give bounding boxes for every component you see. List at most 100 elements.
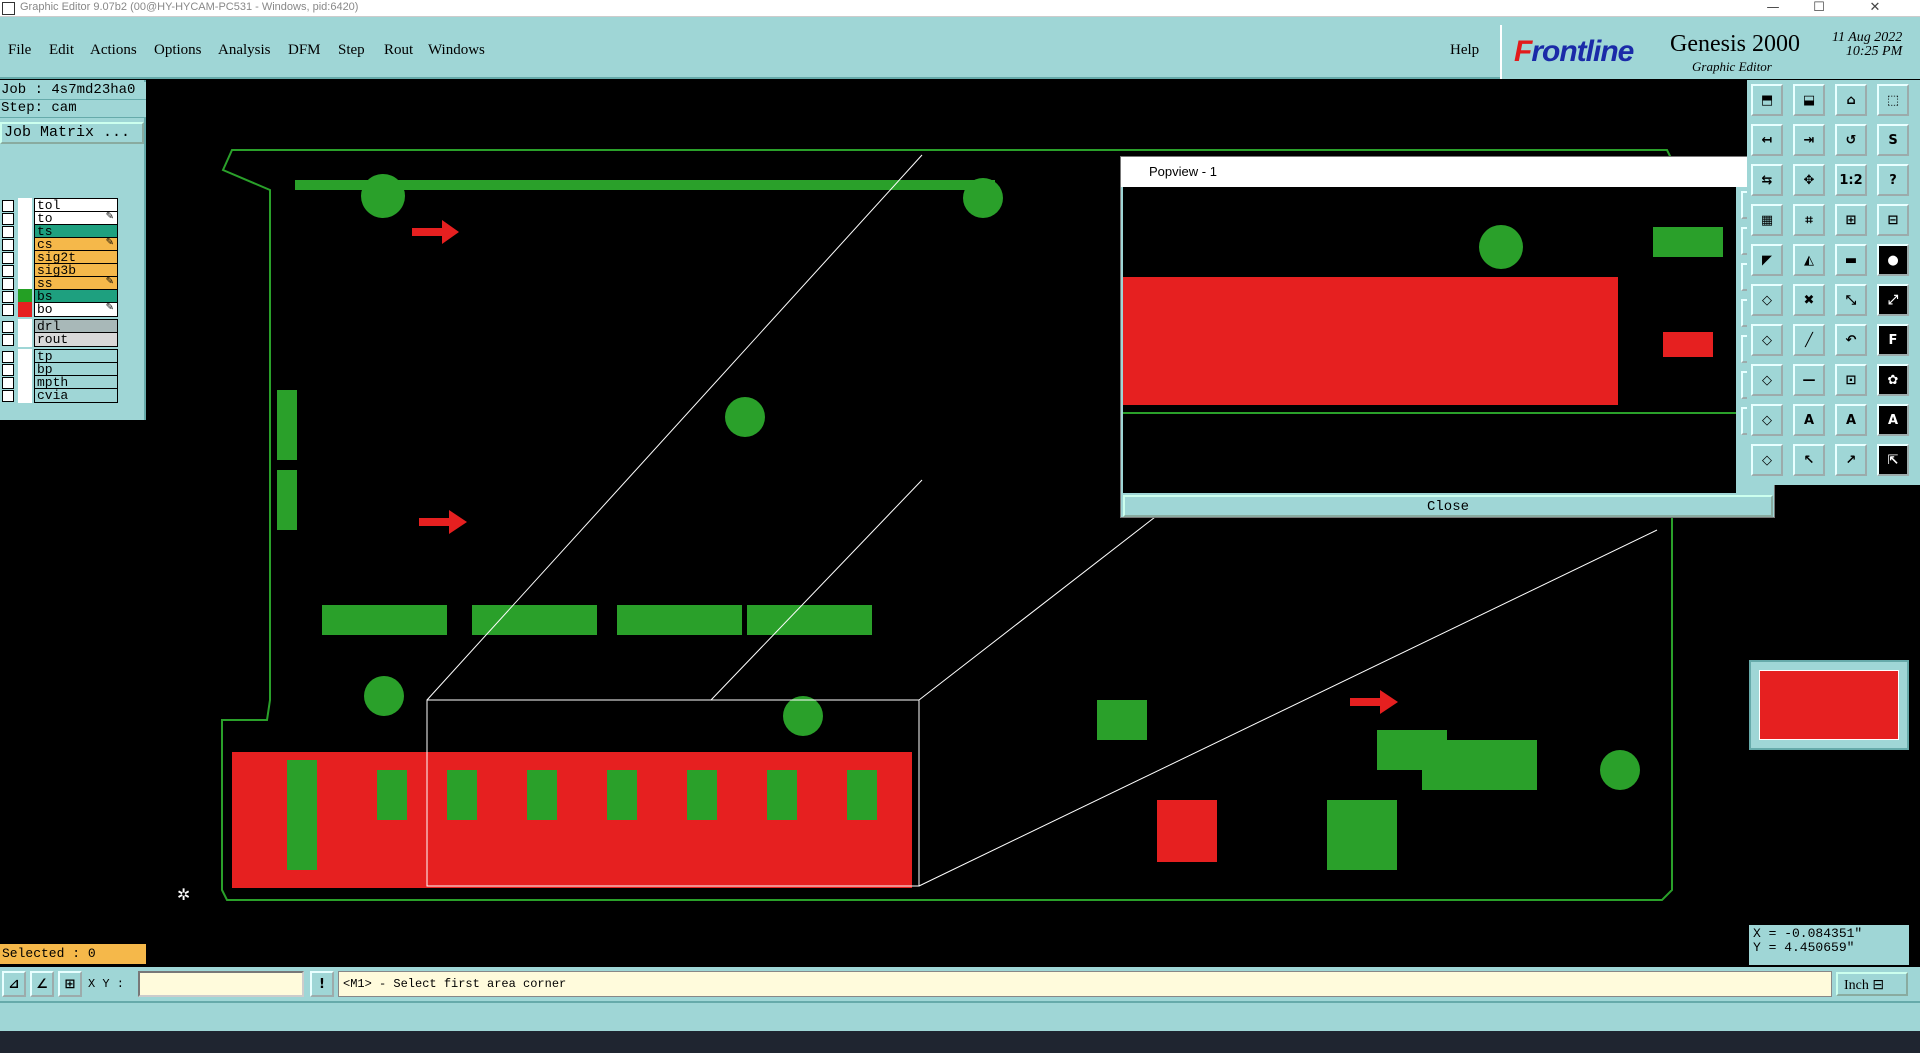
date-text: 11 Aug 2022 [1832,30,1903,45]
tool-button-38-icon[interactable]: ↗ [1835,444,1867,476]
tool-button-10-icon[interactable]: 1:2 [1835,164,1867,196]
layer-checkbox[interactable] [2,390,14,402]
tool-button-18-icon[interactable]: ▬ [1835,244,1867,276]
tool-button-27-icon[interactable]: F [1877,324,1909,356]
tool-button-28-icon[interactable]: ◇ [1751,364,1783,396]
window-titlebar: Graphic Editor 9.07b2 (00@HY-HYCAM-PC531… [0,0,1920,17]
popview-close-button[interactable]: Close [1123,495,1773,517]
layer-checkbox[interactable] [2,334,14,346]
tool-button-1-icon[interactable]: ⬓ [1793,84,1825,116]
job-matrix-button[interactable]: Job Matrix ... [0,122,144,144]
layer-checkbox[interactable] [2,304,14,316]
xy-input[interactable] [138,971,304,997]
tool-button-36-icon[interactable]: ◇ [1751,444,1783,476]
maximize-button[interactable]: ☐ [1796,0,1842,17]
tool-button-20-icon[interactable]: ◇ [1751,284,1783,316]
layer-edit-icon: ✎ [105,302,114,313]
menu-options[interactable]: Options [154,42,202,59]
layer-row-bo[interactable]: bo ✎ [2,302,118,317]
date-time: 11 Aug 2022 10:25 PM [1832,31,1902,59]
menu-actions[interactable]: Actions [90,42,137,59]
layer-edit-icon: ✎ [105,276,114,287]
layer-row-rout[interactable]: rout [2,332,118,347]
tool-button-26-icon[interactable]: ↶ [1835,324,1867,356]
command-bar: ⊿ ∠ ⊞ X Y : ! <M1> - Select first area c… [0,967,1920,1001]
tool-button-35-icon[interactable]: A [1877,404,1909,436]
menu-bar: File Edit Actions Options Analysis DFM S… [0,17,1920,79]
tool-button-9-icon[interactable]: ✥ [1793,164,1825,196]
tool-button-8-icon[interactable]: ⇆ [1751,164,1783,196]
tool-button-5-icon[interactable]: ⇥ [1793,124,1825,156]
tool-button-0-icon[interactable]: ⬒ [1751,84,1783,116]
layer-color-swatch[interactable] [18,302,32,317]
xy-label: X Y : [88,977,125,991]
tool-button-15-icon[interactable]: ⊟ [1877,204,1909,236]
tool-button-22-icon[interactable]: ⤡ [1835,284,1867,316]
tool-button-16-icon[interactable]: ◤ [1751,244,1783,276]
popview-canvas[interactable] [1123,187,1736,493]
minimize-button[interactable]: — [1750,0,1796,17]
x-coordinate: X = -0.084351" [1753,926,1863,941]
brand-rest: rontline [1531,35,1634,68]
menu-windows[interactable]: Windows [428,42,485,59]
tool-button-31-icon[interactable]: ✿ [1877,364,1909,396]
layer-name[interactable]: cvia [34,388,118,403]
alert-icon[interactable]: ! [310,971,334,997]
menu-help[interactable]: Help [1450,42,1479,59]
tool-button-14-icon[interactable]: ⊞ [1835,204,1867,236]
tool-button-3-icon[interactable]: ⬚ [1877,84,1909,116]
units-select[interactable]: Inch ⊟ [1836,972,1908,996]
close-window-button[interactable]: ✕ [1852,0,1898,17]
tool-button-11-icon[interactable]: ? [1877,164,1909,196]
layer-color-swatch[interactable] [18,388,32,403]
tool-button-21-icon[interactable]: ✖ [1793,284,1825,316]
tool-button-13-icon[interactable]: ⌗ [1793,204,1825,236]
y-coordinate: Y = 4.450659" [1753,940,1855,955]
menu-edit[interactable]: Edit [49,42,74,59]
measure-icon[interactable]: ∠ [30,971,54,997]
menu-file[interactable]: File [8,42,31,59]
edge-connector [232,752,912,888]
layer-color-swatch[interactable] [18,332,32,347]
tool-button-17-icon[interactable]: ◭ [1793,244,1825,276]
layer-row-cvia[interactable]: cvia [2,388,118,403]
menu-dfm[interactable]: DFM [288,42,321,59]
job-label: Job : 4s7md23ha0 [0,82,146,100]
tool-button-6-icon[interactable]: ↺ [1835,124,1867,156]
tool-button-34-icon[interactable]: A [1835,404,1867,436]
tool-button-33-icon[interactable]: A [1793,404,1825,436]
command-prompt: <M1> - Select first area corner [338,971,1832,997]
tool-button-7-icon[interactable]: S [1877,124,1909,156]
menu-analysis[interactable]: Analysis [218,42,271,59]
grid-icon[interactable]: ⊞ [58,971,82,997]
popview-titlebar: Popview - 1 [1121,157,1774,187]
menu-step[interactable]: Step [338,42,365,59]
tool-button-2-icon[interactable]: ⌂ [1835,84,1867,116]
tool-button-23-icon[interactable]: ⤢ [1877,284,1909,316]
minimap-view [1759,670,1899,740]
menu-rout[interactable]: Rout [384,42,413,59]
layer-name[interactable]: rout [34,332,118,347]
app-icon [2,2,15,15]
layer-edit-icon: ✎ [105,237,114,248]
step-label: Step: cam [0,100,146,118]
snap-icon[interactable]: ⊿ [2,971,26,997]
product-name: Genesis 2000 [1670,31,1800,57]
status-line [0,1001,1920,1031]
tool-button-24-icon[interactable]: ◇ [1751,324,1783,356]
brand-f: F [1514,35,1532,68]
tool-button-37-icon[interactable]: ↖ [1793,444,1825,476]
tool-button-12-icon[interactable]: ▦ [1751,204,1783,236]
tool-button-32-icon[interactable]: ◇ [1751,404,1783,436]
tool-button-4-icon[interactable]: ↤ [1751,124,1783,156]
os-taskbar [0,1031,1920,1053]
tool-button-19-icon[interactable]: ● [1877,244,1909,276]
tool-button-30-icon[interactable]: ⊡ [1835,364,1867,396]
origin-icon: ✲ [177,885,190,904]
layer-edit-icon: ✎ [105,211,114,222]
tool-button-39-icon[interactable]: ⇱ [1877,444,1909,476]
minimap[interactable] [1749,660,1909,750]
window-title: Graphic Editor 9.07b2 (00@HY-HYCAM-PC531… [20,1,359,13]
tool-button-25-icon[interactable]: ╱ [1793,324,1825,356]
tool-button-29-icon[interactable]: — [1793,364,1825,396]
